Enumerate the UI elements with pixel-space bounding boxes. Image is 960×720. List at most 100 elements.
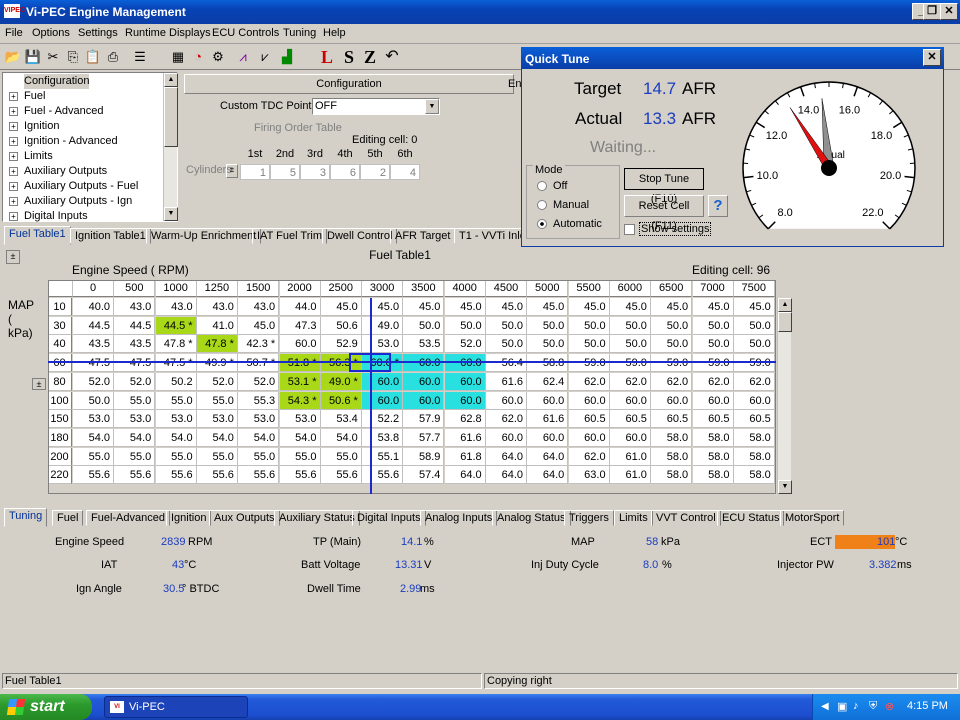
fuel-cell[interactable]: 60.0 [279,335,321,354]
tray-icon[interactable]: ◀ [821,701,829,712]
stop-tune-button[interactable]: Stop Tune (F10) [624,168,704,205]
fuel-cell[interactable]: 57.7 [403,428,445,447]
fuel-cell[interactable]: 60.0 [486,428,527,447]
tree-item[interactable]: + Ignition - Advanced [9,134,118,149]
firing-cell[interactable]: 2 [360,164,390,180]
fuel-cell[interactable]: 55.0 [196,391,238,410]
fuel-cell[interactable]: 52.0 [444,335,486,354]
expand-icon[interactable]: + [9,181,18,191]
chevron-down-icon[interactable]: ▼ [425,99,439,114]
tab-analog-status[interactable]: Analog Status [492,510,571,526]
tab-fuel-table1[interactable]: Fuel Table1 [4,226,71,245]
show-settings-checkbox[interactable]: Show settings [624,222,712,236]
fuel-cell[interactable]: 51.8 * [279,354,321,373]
fuel-cell[interactable]: 58.0 [651,447,693,466]
fuel-cell[interactable]: 47.8 * [196,335,238,354]
fuel-cell[interactable]: 43.0 [114,298,156,316]
fuel-cell[interactable]: 58.0 [692,447,734,466]
fuel-cell[interactable]: 52.0 [114,372,156,391]
fuel-cell[interactable]: 42.3 * [238,335,280,354]
fuel-cell[interactable]: 45.0 [609,298,651,316]
fuel-cell[interactable]: 53.0 [73,410,114,429]
fuel-cell[interactable]: 62.0 [733,372,775,391]
tree-item[interactable]: + Auxiliary Outputs [9,164,107,179]
fuel-cell[interactable]: 58.0 [692,466,734,485]
reset-cell-button[interactable]: Reset Cell (F11) [624,195,704,232]
expand-icon[interactable]: + [9,121,18,131]
fuel-cell[interactable]: 50.0 [733,335,775,354]
tab-aux-outputs[interactable]: Aux Outputs [209,510,280,526]
fuel-cell[interactable]: 50.2 [155,372,197,391]
alert-icon[interactable]: ⊗ [885,700,894,713]
fuel-cell[interactable]: 60.0 [527,391,569,410]
fuel-cell[interactable]: 50.0 [651,316,693,335]
fuel-cell[interactable]: 60.0 [444,372,486,391]
fuel-cell[interactable]: 60.5 [692,410,734,429]
fuel-cell[interactable]: 45.0 [362,298,404,316]
fuel-cell[interactable]: 53.5 [403,335,445,354]
tab-auxiliary-status[interactable]: Auxiliary Status [274,510,360,526]
close-button[interactable]: ✕ [940,3,958,20]
row-resize-icon[interactable]: ± [32,378,46,390]
fuel-cell[interactable]: 57.9 [403,410,445,429]
copy-icon[interactable]: ⎘ [63,47,83,67]
fuel-cell[interactable]: 45.0 [733,298,775,316]
list-icon[interactable]: ☰ [130,47,150,67]
scroll-up-icon[interactable]: ▲ [778,298,792,312]
fuel-cell[interactable]: 58.9 [403,447,445,466]
fuel-cell[interactable]: 62.0 [651,372,693,391]
firing-cell[interactable]: 5 [270,164,300,180]
fuel-cell[interactable]: 45.0 [403,298,445,316]
mode-automatic-radio[interactable]: Automatic [537,218,602,230]
fuel-cell[interactable]: 64.0 [444,466,486,485]
tab-vvt-control[interactable]: VVT Control [651,510,721,526]
fuel-cell[interactable]: 45.0 [651,298,693,316]
fuel-cell[interactable]: 58.0 [733,466,775,485]
fuel-cell[interactable]: 60.0 [609,391,651,410]
tree-item[interactable]: + Auxiliary Outputs - Ign [9,194,132,209]
fuel-cell[interactable]: 60.0 [568,428,610,447]
tree-scrollbar[interactable]: ▲ ▼ [163,73,178,221]
fuel-cell[interactable]: 52.2 [362,410,404,429]
tab-digital-inputs[interactable]: Digital Inputs [352,510,426,526]
fuel-cell[interactable]: 53.0 [238,410,280,429]
tree-item[interactable]: + Auxiliary Outputs - Fuel [9,179,138,194]
fuel-cell[interactable]: 45.0 [692,298,734,316]
menu-options[interactable]: Options [32,27,70,39]
fuel-cell[interactable]: 55.0 [279,447,321,466]
fuel-cell[interactable]: 40.0 [73,298,114,316]
mode-manual-radio[interactable]: Manual [537,199,589,211]
fuel-cell[interactable]: 47.8 * [155,335,197,354]
fuel-cell[interactable]: 50.0 [733,316,775,335]
tree-item[interactable]: + Digital Inputs [9,209,88,224]
fuel-cell[interactable]: 57.4 [403,466,445,485]
fuel-cell[interactable]: 52.0 [238,372,280,391]
tab-ignition[interactable]: Ignition [166,510,212,526]
firing-cell[interactable]: 3 [300,164,330,180]
tab-ignition-table1[interactable]: Ignition Table1 [70,228,151,244]
save-icon[interactable]: 💾 [23,47,43,67]
z-button[interactable]: Z [360,47,380,67]
fuel-cell[interactable]: 50.0 [609,335,651,354]
start-button[interactable]: start [0,694,92,720]
fuel-cell[interactable]: 50.7 * [238,354,280,373]
mode-off-radio[interactable]: Off [537,180,567,192]
fuel-cell[interactable]: 60.0 [403,372,445,391]
fuel-cell[interactable]: 41.0 [196,316,238,335]
scroll-thumb[interactable] [778,312,792,332]
fuel-cell[interactable]: 52.9 [320,335,362,354]
tdc-select[interactable]: OFF ▼ [312,98,440,115]
fuel-cell[interactable]: 55.6 [362,466,404,485]
s-button[interactable]: S [339,47,359,67]
fuel-cell[interactable]: 45.0 [444,298,486,316]
help-icon[interactable]: ? [708,195,728,217]
scroll-up-icon[interactable]: ▲ [164,73,178,87]
fuel-cell[interactable]: 49.9 * [196,354,238,373]
fuel-cell[interactable]: 49.0 * [320,372,362,391]
fuel-cell[interactable]: 55.0 [114,447,156,466]
fuel-cell[interactable]: 54.0 [238,428,280,447]
scroll-down-icon[interactable]: ▼ [164,207,178,221]
menu-ecu-controls[interactable]: ECU Controls [212,27,279,39]
fuel-cell[interactable]: 64.0 [486,466,527,485]
tab-limits[interactable]: Limits [614,510,653,526]
